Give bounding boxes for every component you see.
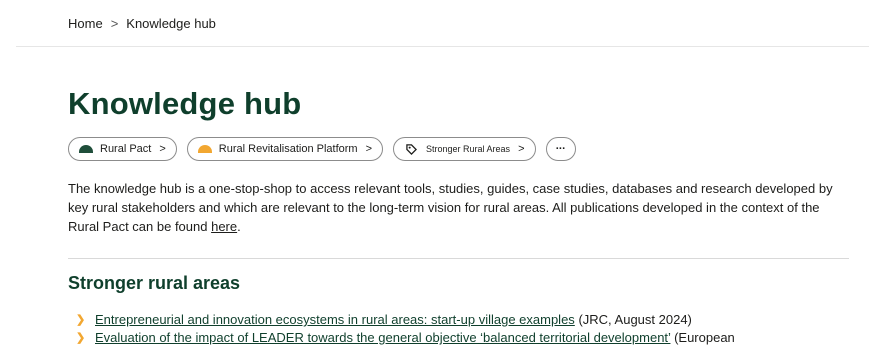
pill-rural-pact[interactable]: Rural Pact > xyxy=(68,137,177,161)
pill-stronger-rural-areas[interactable]: Stronger Rural Areas > xyxy=(393,137,536,161)
chevron-right-icon: ❯ xyxy=(76,314,86,326)
tag-icon xyxy=(404,142,418,156)
intro-end: . xyxy=(237,219,241,234)
list-item-text: Evaluation of the impact of LEADER towar… xyxy=(95,329,735,347)
page-title: Knowledge hub xyxy=(68,86,302,121)
list-item: ❯ Evaluation of the impact of LEADER tow… xyxy=(76,329,735,347)
list-item: ❯ Entrepreneurial and innovation ecosyst… xyxy=(76,311,735,329)
half-circle-orange-icon xyxy=(197,145,212,153)
publication-source: (European xyxy=(674,330,735,345)
intro-body: The knowledge hub is a one-stop-shop to … xyxy=(68,181,833,234)
section-title: Stronger rural areas xyxy=(68,273,241,293)
pill-rural-revitalisation-platform[interactable]: Rural Revitalisation Platform > xyxy=(186,137,384,161)
chevron-right-icon: > xyxy=(110,16,119,31)
publication-source: (JRC, August 2024) xyxy=(578,312,692,327)
publication-link[interactable]: Entrepreneurial and innovation ecosystem… xyxy=(95,312,575,327)
more-button[interactable]: ··· xyxy=(545,137,576,161)
half-circle-green-icon xyxy=(79,145,93,153)
pill-label: Stronger Rural Areas xyxy=(426,144,511,154)
divider xyxy=(68,258,849,259)
breadcrumb: Home > Knowledge hub xyxy=(68,16,216,31)
intro-text: The knowledge hub is a one-stop-shop to … xyxy=(68,179,848,236)
publication-list: ❯ Entrepreneurial and innovation ecosyst… xyxy=(76,311,735,347)
publication-link[interactable]: Evaluation of the impact of LEADER towar… xyxy=(95,330,670,345)
chevron-right-icon: > xyxy=(365,143,373,155)
pill-label: Rural Pact xyxy=(100,143,152,155)
pill-label: Rural Revitalisation Platform xyxy=(218,143,358,155)
breadcrumb-current: Knowledge hub xyxy=(126,16,216,31)
chevron-right-icon: ❯ xyxy=(76,332,86,344)
here-link[interactable]: here xyxy=(211,219,237,234)
list-item-text: Entrepreneurial and innovation ecosystem… xyxy=(95,311,692,329)
breadcrumb-home[interactable]: Home xyxy=(68,16,103,31)
page: Home > Knowledge hub Knowledge hub Rural… xyxy=(0,0,869,346)
chevron-right-icon: > xyxy=(159,143,166,155)
chevron-right-icon: > xyxy=(518,143,525,155)
topic-pills: Rural Pact > Rural Revitalisation Platfo… xyxy=(68,137,576,161)
more-icon: ··· xyxy=(555,143,566,155)
